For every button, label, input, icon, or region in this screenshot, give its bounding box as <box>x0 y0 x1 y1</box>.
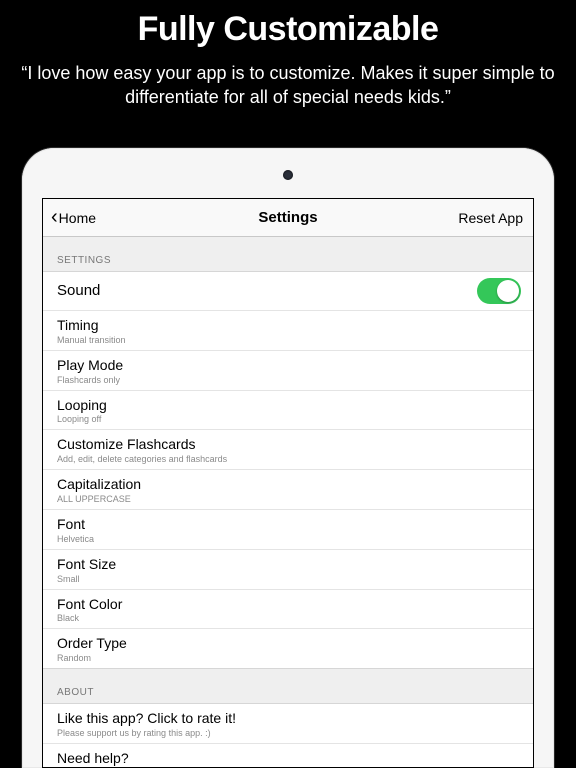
reset-button[interactable]: Reset App <box>458 199 523 236</box>
row-font[interactable]: Font Helvetica <box>43 510 533 550</box>
hero-title: Fully Customizable <box>18 10 558 49</box>
settings-content: SETTINGS Sound Timing Manual transition … <box>43 237 533 767</box>
row-capitalization-sub: ALL UPPERCASE <box>57 494 519 504</box>
row-fontsize-sub: Small <box>57 574 519 584</box>
row-fontcolor-label: Font Color <box>57 596 519 613</box>
row-playmode-sub: Flashcards only <box>57 375 519 385</box>
back-button[interactable]: ‹ Home <box>51 199 96 236</box>
row-customize[interactable]: Customize Flashcards Add, edit, delete c… <box>43 430 533 470</box>
toggle-knob-icon <box>497 280 519 302</box>
row-rate[interactable]: Like this app? Click to rate it! Please … <box>43 704 533 744</box>
row-fontsize[interactable]: Font Size Small <box>43 550 533 590</box>
row-customize-sub: Add, edit, delete categories and flashca… <box>57 454 519 464</box>
row-capitalization-label: Capitalization <box>57 476 519 493</box>
row-rate-sub: Please support us by rating this app. :) <box>57 728 519 738</box>
section-header-about: ABOUT <box>43 669 533 703</box>
device-screen: ‹ Home Settings Reset App SETTINGS Sound… <box>42 198 534 768</box>
page-title: Settings <box>258 209 317 226</box>
settings-group: Sound Timing Manual transition Play Mode… <box>43 271 533 669</box>
row-playmode-label: Play Mode <box>57 357 519 374</box>
row-rate-label: Like this app? Click to rate it! <box>57 710 519 727</box>
row-playmode[interactable]: Play Mode Flashcards only <box>43 351 533 391</box>
row-sound-label: Sound <box>57 282 519 300</box>
chevron-left-icon: ‹ <box>51 207 58 227</box>
row-fontcolor[interactable]: Font Color Black <box>43 590 533 630</box>
row-timing-sub: Manual transition <box>57 335 519 345</box>
row-looping[interactable]: Looping Looping off <box>43 391 533 431</box>
row-ordertype-label: Order Type <box>57 635 519 652</box>
row-sound[interactable]: Sound <box>43 272 533 311</box>
row-timing-label: Timing <box>57 317 519 334</box>
row-help-label: Need help? <box>57 750 519 767</box>
tablet-frame: ‹ Home Settings Reset App SETTINGS Sound… <box>22 148 554 768</box>
row-fontcolor-sub: Black <box>57 613 519 623</box>
row-ordertype[interactable]: Order Type Random <box>43 629 533 668</box>
hero-banner: Fully Customizable “I love how easy your… <box>0 0 576 118</box>
camera-icon <box>283 170 293 180</box>
row-fontsize-label: Font Size <box>57 556 519 573</box>
about-group: Like this app? Click to rate it! Please … <box>43 703 533 767</box>
row-help[interactable]: Need help? Email: support@alligatorapps.… <box>43 744 533 767</box>
row-font-sub: Helvetica <box>57 534 519 544</box>
row-looping-label: Looping <box>57 397 519 414</box>
row-looping-sub: Looping off <box>57 414 519 424</box>
section-header-settings: SETTINGS <box>43 237 533 271</box>
row-font-label: Font <box>57 516 519 533</box>
back-label: Home <box>59 210 96 226</box>
hero-quote: “I love how easy your app is to customiz… <box>18 61 558 110</box>
reset-label: Reset App <box>458 210 523 226</box>
row-customize-label: Customize Flashcards <box>57 436 519 453</box>
navbar: ‹ Home Settings Reset App <box>43 199 533 237</box>
sound-toggle[interactable] <box>477 278 521 304</box>
row-ordertype-sub: Random <box>57 653 519 663</box>
row-timing[interactable]: Timing Manual transition <box>43 311 533 351</box>
row-capitalization[interactable]: Capitalization ALL UPPERCASE <box>43 470 533 510</box>
